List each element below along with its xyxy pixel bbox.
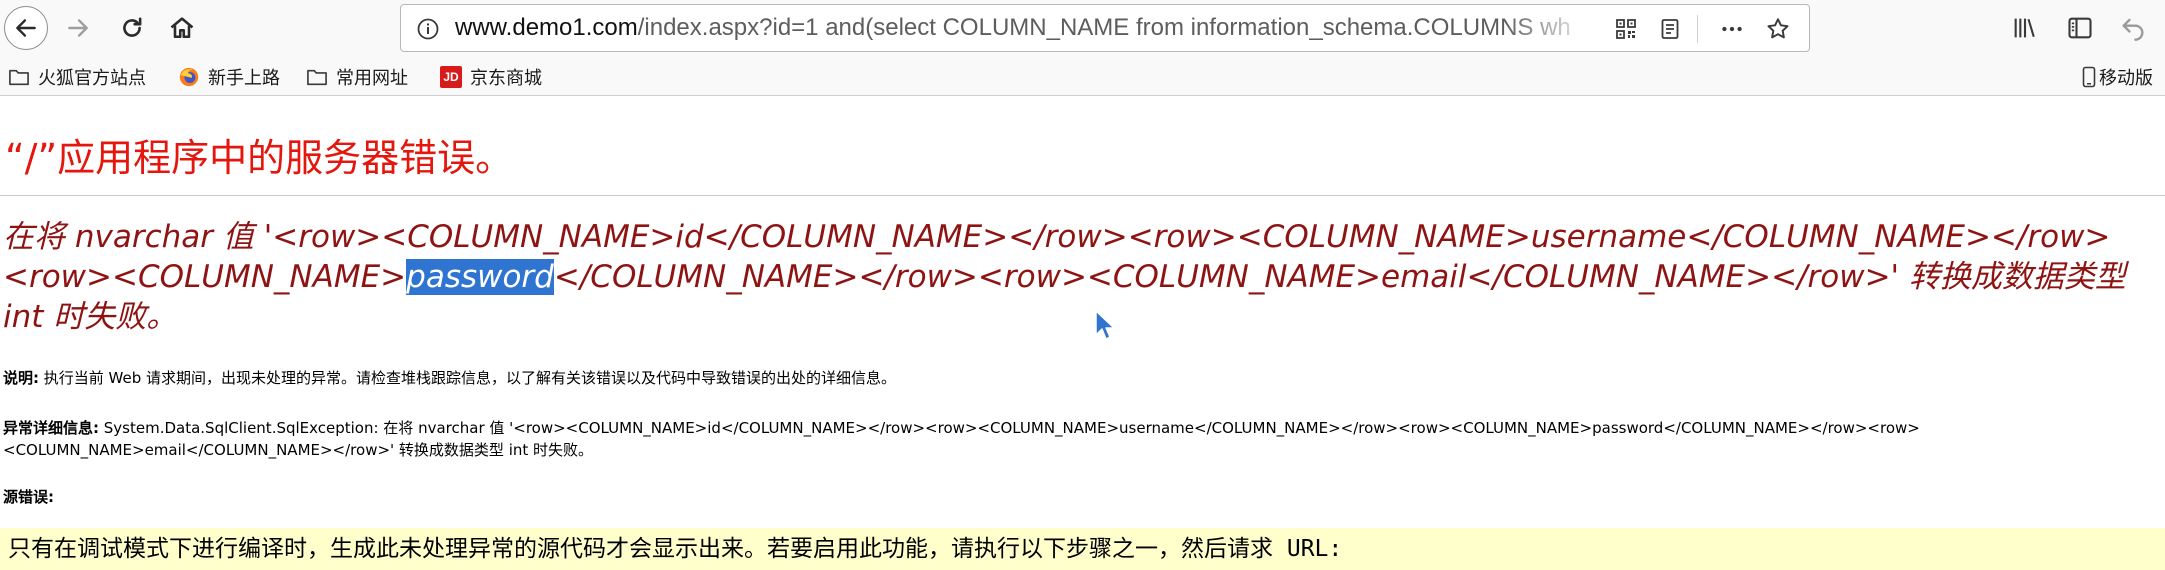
library-icon[interactable] <box>2010 13 2040 43</box>
back-button[interactable] <box>4 6 48 50</box>
bookmark-item[interactable]: 新手上路 <box>178 64 280 90</box>
description-label: 说明: <box>3 369 39 387</box>
title-divider <box>0 195 2165 196</box>
sidebar-icon[interactable] <box>2065 13 2095 43</box>
url-path: /index.aspx?id=1 and(select COLUMN_NAME … <box>637 14 1571 41</box>
bookmark-item[interactable]: 常用网址 <box>306 64 408 90</box>
arrow-right-icon <box>68 19 88 37</box>
page-content: “/”应用程序中的服务器错误。 在将 nvarchar 值 '<row><COL… <box>0 97 2165 570</box>
exception-details: 异常详细信息: System.Data.SqlClient.SqlExcepti… <box>3 417 1983 461</box>
bookmarks-bar: 火狐官方站点 新手上路 常用网址 JD 京东商城 移动版 <box>0 56 2165 96</box>
source-error: 源错误: <box>3 486 54 508</box>
bookmark-label: 火狐官方站点 <box>38 68 146 89</box>
reload-icon <box>123 17 142 37</box>
forward-button[interactable] <box>56 6 100 50</box>
bookmark-item[interactable]: JD 京东商城 <box>440 64 542 90</box>
qr-code-icon[interactable] <box>1611 14 1641 44</box>
home-icon <box>170 17 194 39</box>
firefox-icon <box>178 66 200 88</box>
undo-icon[interactable] <box>2118 13 2148 43</box>
folder-icon <box>8 67 30 87</box>
mobile-bookmarks-label: 移动版 <box>2099 68 2153 89</box>
error-message: 在将 nvarchar 值 '<row><COLUMN_NAME>id</COL… <box>3 217 2158 337</box>
bookmark-star-icon[interactable] <box>1763 14 1793 44</box>
description-text: 执行当前 Web 请求期间，出现未处理的异常。请检查堆栈跟踪信息，以了解有关该错… <box>39 369 897 387</box>
bookmark-label: 新手上路 <box>208 68 280 89</box>
url-bar-divider <box>1697 15 1698 43</box>
home-button[interactable] <box>160 6 204 50</box>
arrow-left-icon <box>16 19 36 37</box>
jd-icon: JD <box>440 66 462 88</box>
bookmark-label: 常用网址 <box>336 68 408 89</box>
bookmark-label: 京东商城 <box>470 68 542 89</box>
source-code-box: 只有在调试模式下进行编译时，生成此未处理异常的源代码才会显示出来。若要启用此功能… <box>0 528 2165 570</box>
description: 说明: 执行当前 Web 请求期间，出现未处理的异常。请检查堆栈跟踪信息，以了解… <box>3 367 2153 389</box>
url-bar[interactable]: www.demo1.com/index.aspx?id=1 and(select… <box>400 4 1810 52</box>
mobile-phone-icon <box>2082 66 2096 88</box>
jd-badge: JD <box>440 66 462 88</box>
source-error-label: 源错误: <box>3 488 54 506</box>
browser-toolbar: www.demo1.com/index.aspx?id=1 and(select… <box>0 0 2165 56</box>
reload-button[interactable] <box>110 6 154 50</box>
mouse-cursor-icon <box>1095 310 1115 340</box>
url-host: www.demo1.com <box>455 14 638 41</box>
bookmark-item[interactable]: 火狐官方站点 <box>8 64 146 90</box>
folder-icon <box>306 67 328 87</box>
page-actions-icon[interactable] <box>1717 14 1747 44</box>
reader-view-icon[interactable] <box>1655 14 1685 44</box>
page-title: “/”应用程序中的服务器错误。 <box>5 136 514 180</box>
exception-label: 异常详细信息: <box>3 419 99 437</box>
selected-text: password <box>406 259 554 295</box>
info-icon[interactable] <box>415 16 441 42</box>
exception-text: System.Data.SqlClient.SqlException: 在将 n… <box>3 419 1920 459</box>
url-text[interactable]: www.demo1.com/index.aspx?id=1 and(select… <box>455 5 1595 51</box>
mobile-bookmarks[interactable]: 移动版 <box>2082 64 2153 90</box>
